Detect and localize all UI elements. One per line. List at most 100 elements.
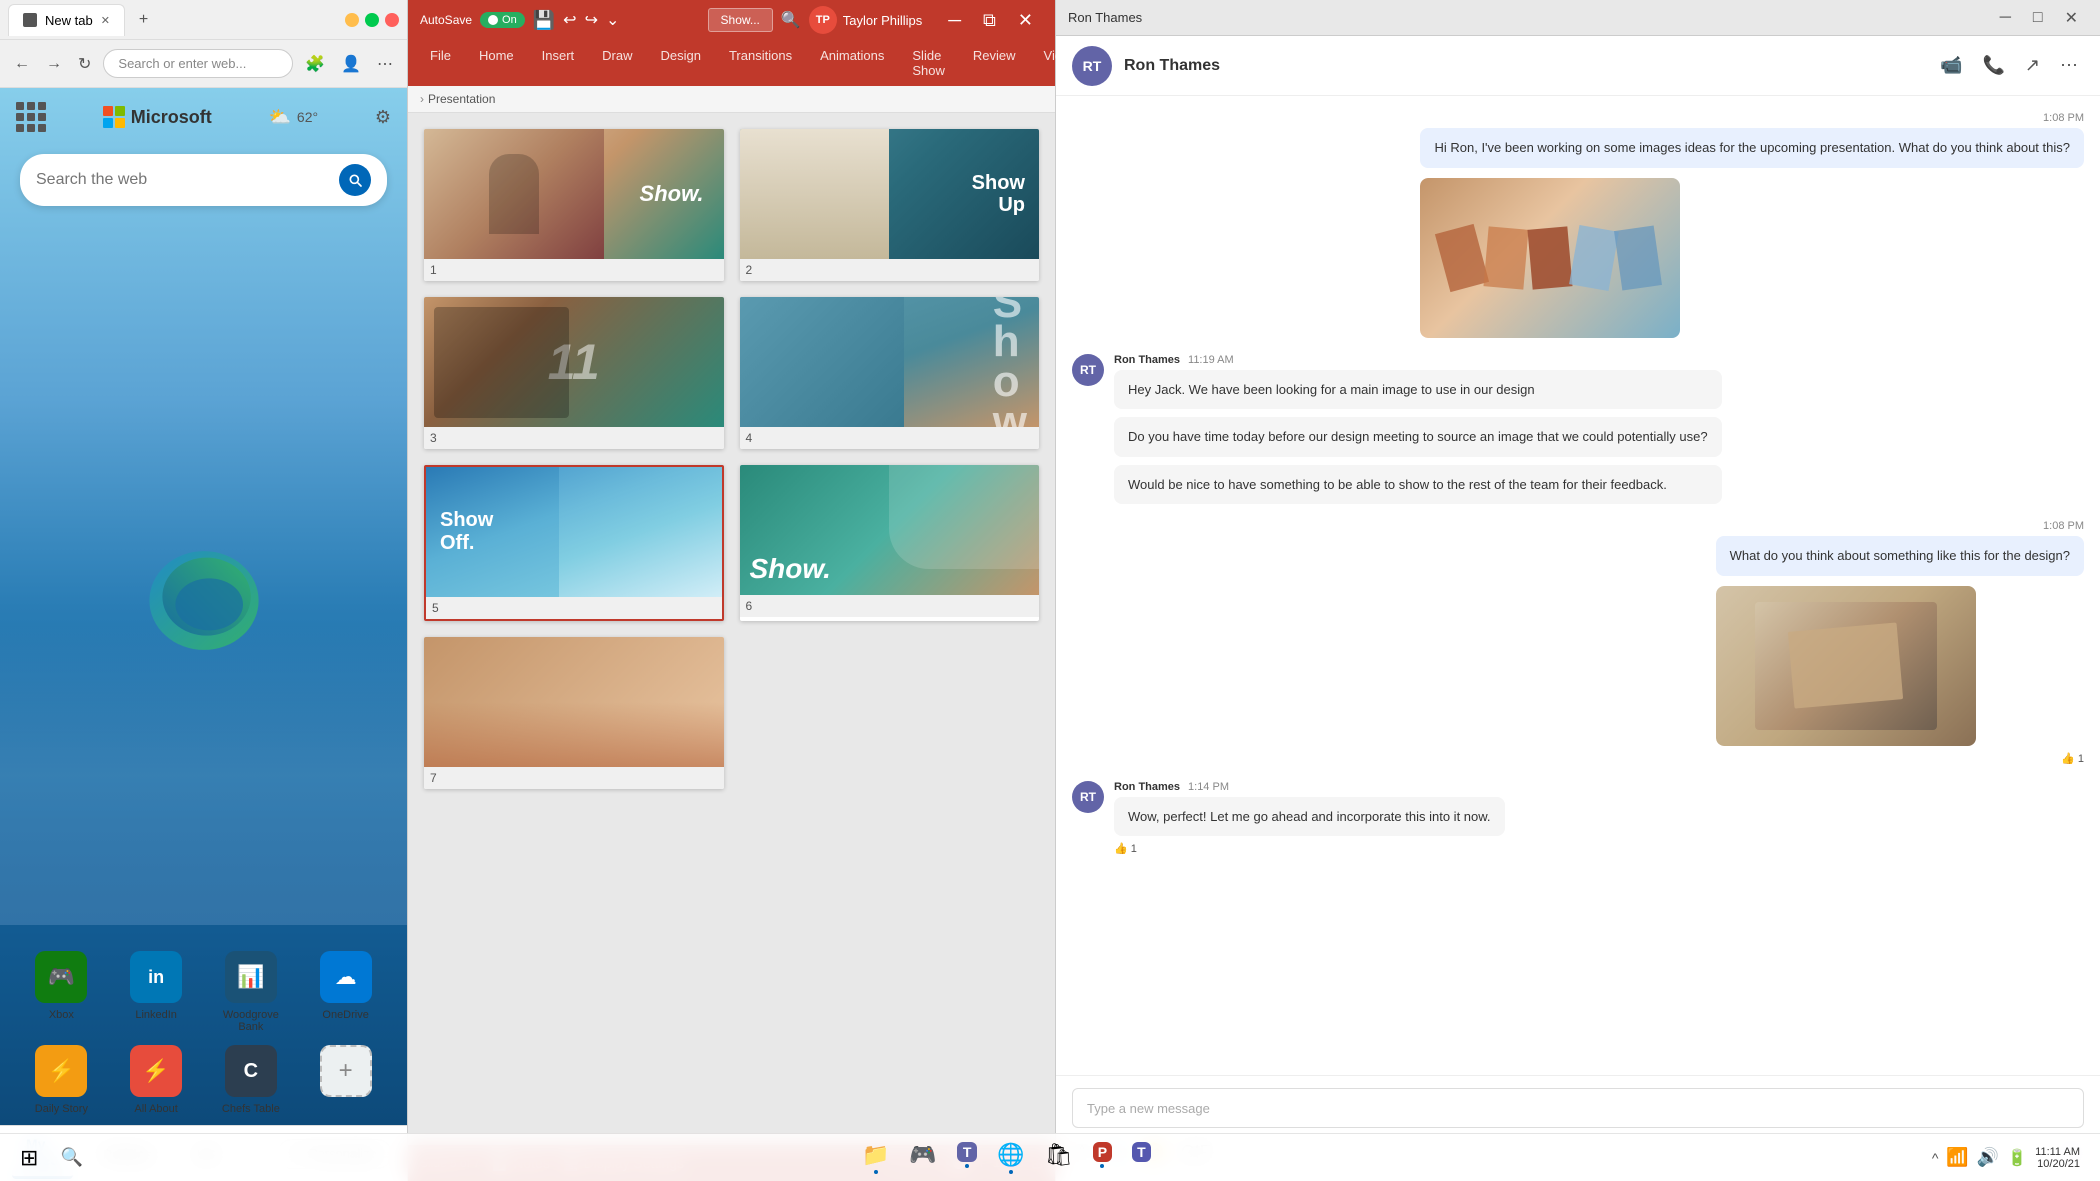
search-box[interactable] xyxy=(20,154,387,206)
grid-icon[interactable] xyxy=(16,102,46,132)
taskbar-app-xbox[interactable]: 🎮 xyxy=(901,1138,944,1178)
ribbon-tab-design[interactable]: Design xyxy=(647,40,715,86)
teams-more-btn[interactable]: ⋯ xyxy=(2054,49,2084,82)
slide-3-content: 11 xyxy=(424,297,724,427)
slide-7-num: 7 xyxy=(424,767,724,789)
app-icon-daily-story[interactable]: ⚡ Daily Story xyxy=(20,1045,103,1115)
chat-meta-3: 1:08 PM xyxy=(1716,520,2084,532)
teams-close-btn[interactable]: ✕ xyxy=(2055,6,2088,30)
ms-settings-btn[interactable]: ⚙ xyxy=(375,107,391,128)
teams-video-btn[interactable]: 📹 xyxy=(1934,49,1968,82)
chat-bubble-3: What do you think about something like t… xyxy=(1716,536,2084,576)
close-btn[interactable] xyxy=(385,13,399,27)
ppt-redo-btn[interactable]: ↪ xyxy=(585,10,598,30)
ppt-undo-btn[interactable]: ↩ xyxy=(563,10,576,30)
app-icon-onedrive[interactable]: ☁ OneDrive xyxy=(304,951,387,1033)
taskbar-date-text: 10/20/21 xyxy=(2035,1158,2080,1170)
slide-4-content: Show xyxy=(740,297,1040,427)
ribbon-tab-draw[interactable]: Draw xyxy=(588,40,646,86)
teams-message-input[interactable]: Type a new message xyxy=(1072,1088,2084,1128)
slide-3-num: 3 xyxy=(424,427,724,449)
back-btn[interactable]: ← xyxy=(10,51,34,77)
slide-thumb-4[interactable]: Show 4 xyxy=(740,297,1040,449)
ppt-save-btn[interactable]: 💾 xyxy=(533,10,555,31)
ppt-more-btn[interactable]: ⌄ xyxy=(606,10,619,30)
maximize-btn[interactable] xyxy=(365,13,379,27)
slide-1-text: Show. xyxy=(640,181,704,207)
taskbar-app-explorer[interactable]: 📁 xyxy=(854,1138,897,1178)
window-controls xyxy=(345,13,399,27)
teams-minimize-btn[interactable]: ─ xyxy=(1990,6,2021,30)
ribbon-tab-home[interactable]: Home xyxy=(465,40,528,86)
minimize-btn[interactable] xyxy=(345,13,359,27)
ribbon-tab-insert[interactable]: Insert xyxy=(528,40,589,86)
slide-thumb-6[interactable]: Show. 6 xyxy=(740,465,1040,621)
taskbar-app-teams2[interactable]: T xyxy=(1124,1138,1159,1178)
ribbon-tab-animations[interactable]: Animations xyxy=(806,40,898,86)
autosave-toggle[interactable]: On xyxy=(480,12,525,28)
chat-time-1: 1:08 PM xyxy=(2043,112,2084,124)
app-icon-all-about[interactable]: ⚡ All About xyxy=(115,1045,198,1115)
taskbar-app-edge[interactable]: 🌐 xyxy=(989,1138,1032,1178)
ppt-close-btn[interactable]: ✕ xyxy=(1008,8,1043,33)
teams-call-btn[interactable]: 📞 xyxy=(1976,49,2010,82)
tab-add-btn[interactable]: + xyxy=(131,7,156,33)
settings-btn[interactable]: ⋯ xyxy=(373,50,397,78)
slide-1-num: 1 xyxy=(424,259,724,281)
network-icon: 📶 xyxy=(1946,1147,1968,1168)
xbox-icon: 🎮 xyxy=(909,1142,936,1168)
slide-2-content: ShowUp xyxy=(740,129,1040,259)
slide-thumb-7[interactable]: 7 xyxy=(424,637,724,789)
search-input[interactable] xyxy=(36,171,329,189)
ribbon-tab-slideshow[interactable]: Slide Show xyxy=(898,40,959,86)
slide-thumb-1[interactable]: Show. 1 xyxy=(424,129,724,281)
slide-thumb-5[interactable]: ShowOff. 5 xyxy=(424,465,724,621)
profile-btn[interactable]: 👤 xyxy=(337,50,365,78)
taskbar-search-btn[interactable]: 🔍 xyxy=(50,1143,92,1172)
app-icon-add[interactable]: + xyxy=(304,1045,387,1115)
chat-image-2 xyxy=(1716,586,2084,746)
start-btn[interactable]: ⊞ xyxy=(8,1141,50,1175)
forward-btn[interactable]: → xyxy=(42,51,66,77)
app-icon-xbox[interactable]: 🎮 Xbox xyxy=(20,951,103,1033)
ppt-icon: P xyxy=(1093,1142,1112,1162)
ppt-user-name: Taylor Phillips xyxy=(843,13,922,28)
extensions-btn[interactable]: 🧩 xyxy=(301,50,329,78)
app-icon-woodgrove[interactable]: 📊 Woodgrove Bank xyxy=(210,951,293,1033)
app-label-woodgrove: Woodgrove Bank xyxy=(210,1009,293,1033)
tab-close-btn[interactable]: ✕ xyxy=(101,14,110,27)
browser-tab[interactable]: New tab ✕ xyxy=(8,4,125,36)
chat-bubble-2: Hey Jack. We have been looking for a mai… xyxy=(1114,370,1722,410)
slide-5-text: ShowOff. xyxy=(440,509,493,555)
slide-7-content xyxy=(424,637,724,767)
app-icon-chefs-table[interactable]: C Chefs Table xyxy=(210,1045,293,1115)
teams-share-btn[interactable]: ↗ xyxy=(2019,49,2046,82)
slide-thumb-2[interactable]: ShowUp 2 xyxy=(740,129,1040,281)
address-bar[interactable]: Search or enter web... xyxy=(103,49,293,78)
app-icon-linkedin[interactable]: in LinkedIn xyxy=(115,951,198,1033)
search-submit-btn[interactable] xyxy=(339,164,371,196)
ribbon-tab-review[interactable]: Review xyxy=(959,40,1030,86)
weather-temp: 62° xyxy=(297,109,318,125)
taskbar-app-store[interactable]: 🛍 xyxy=(1037,1138,1081,1178)
breadcrumb-arrow: › xyxy=(420,92,424,106)
teams-header: RT Ron Thames 📹 📞 ↗ ⋯ xyxy=(1056,36,2100,96)
ribbon-tab-transitions[interactable]: Transitions xyxy=(715,40,806,86)
ppt-restore-btn[interactable]: ⧉ xyxy=(973,8,1006,33)
ribbon-tab-file[interactable]: File xyxy=(416,40,465,86)
chat-sender-4: Ron Thames xyxy=(1114,781,1180,793)
chat-reaction-3: 👍 1 xyxy=(1716,752,2084,765)
chat-text-1: Hi Ron, I've been working on some images… xyxy=(1434,140,2070,155)
slide-thumb-3[interactable]: 11 3 xyxy=(424,297,724,449)
battery-icon: 🔋 xyxy=(2007,1148,2027,1168)
app-label-linkedin: LinkedIn xyxy=(135,1009,177,1021)
taskbar-app-ppt[interactable]: P xyxy=(1085,1138,1120,1178)
ppt-show-btn[interactable]: Show... xyxy=(708,8,773,32)
taskbar-chevron[interactable]: ^ xyxy=(1932,1150,1939,1166)
teams-maximize-btn[interactable]: □ xyxy=(2023,6,2053,30)
refresh-btn[interactable]: ↻ xyxy=(74,50,95,78)
ppt-search-btn[interactable]: 🔍 xyxy=(781,10,801,30)
taskbar-app-teams[interactable]: T xyxy=(949,1138,986,1178)
edge-logo xyxy=(139,529,269,659)
ppt-minimize-btn[interactable]: ─ xyxy=(938,8,971,33)
